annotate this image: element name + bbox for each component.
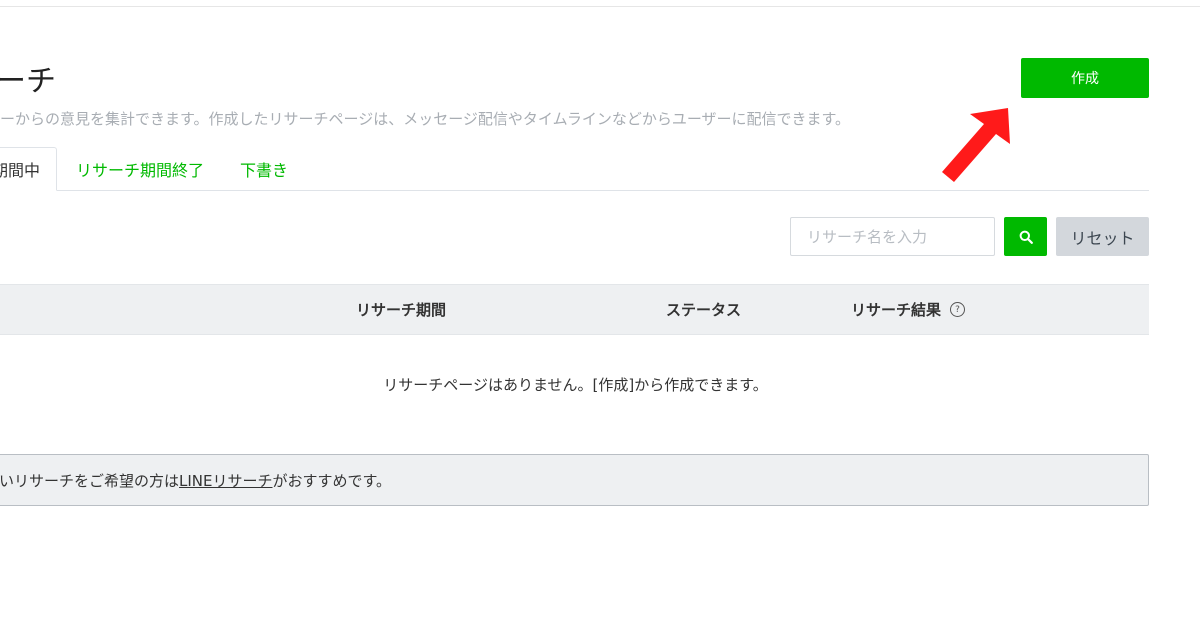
column-header-result: リサーチ結果 ?	[851, 285, 966, 334]
tab-period-ended[interactable]: リサーチ期間終了	[76, 147, 204, 190]
tab-bar: 期間中 リサーチ期間終了 下書き	[0, 147, 1149, 191]
tab-active-period[interactable]: 期間中	[0, 147, 57, 191]
notice-box: いリサーチをご希望の方は LINEリサーチ がおすすめです。	[0, 454, 1149, 506]
search-button[interactable]	[1004, 217, 1047, 256]
table-header: リサーチ期間 ステータス リサーチ結果 ?	[0, 284, 1149, 335]
search-input[interactable]	[790, 217, 995, 256]
top-divider	[0, 6, 1200, 7]
page-description: ーからの意見を集計できます。作成したリサーチページは、メッセージ配信やタイムライ…	[0, 110, 851, 128]
line-research-link[interactable]: LINEリサーチ	[179, 470, 272, 491]
search-icon	[1019, 230, 1033, 244]
create-button[interactable]: 作成	[1021, 58, 1149, 98]
notice-prefix: いリサーチをご希望の方は	[0, 471, 180, 490]
question-circle-icon[interactable]: ?	[950, 302, 966, 317]
empty-state-text: リサーチページはありません。[作成]から作成できます。	[383, 376, 768, 394]
column-header-status[interactable]: ステータス	[666, 285, 741, 334]
column-header-result-label: リサーチ結果	[851, 301, 942, 319]
empty-state-message: リサーチページはありません。[作成]から作成できます。	[0, 374, 1149, 395]
page-title: ーチ	[0, 64, 56, 99]
notice-suffix: がおすすめです。	[272, 471, 392, 490]
tab-draft[interactable]: 下書き	[240, 147, 288, 190]
reset-button[interactable]: リセット	[1056, 217, 1149, 256]
column-header-period[interactable]: リサーチ期間	[356, 285, 446, 334]
